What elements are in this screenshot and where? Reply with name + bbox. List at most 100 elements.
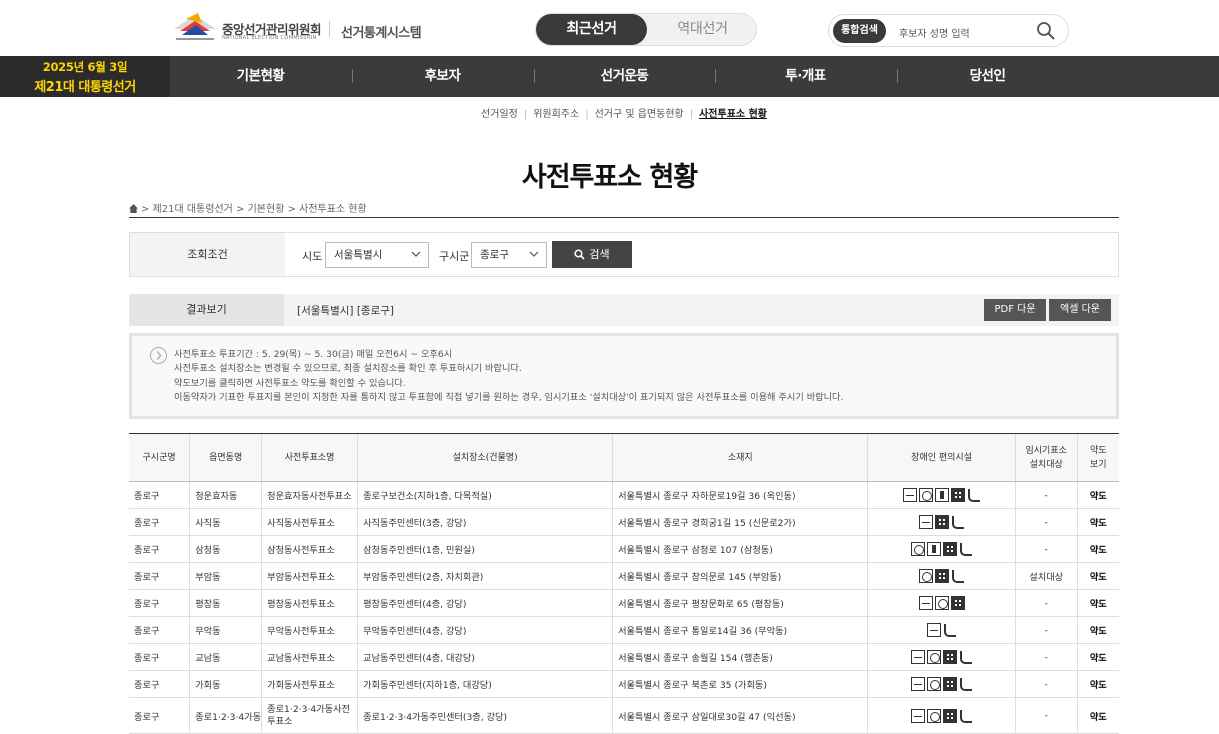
plain-facility-icon	[958, 677, 973, 691]
cell-address: 서울특별시 종로구 삼일대로30길 47 (익선동)	[612, 697, 868, 734]
cell-place: 부암동주민센터(2층, 자치회관)	[357, 562, 613, 590]
nec-logo[interactable]: 중앙선거관리위원회 NATIONAL ELECTION COMMISSION	[172, 11, 322, 45]
wc-facility-icon	[926, 650, 941, 664]
cell-temp-booth: -	[1014, 589, 1078, 617]
table-row: 종로구 가회동 가회동사전투표소 가회동주민센터(지하1층, 대강당) 서울특별시 종로…	[129, 670, 1119, 698]
map-link[interactable]: 약도	[1076, 508, 1119, 536]
cell-facilities	[867, 562, 1016, 590]
plain-facility-icon	[942, 623, 957, 637]
cell-gu: 종로구	[129, 697, 190, 734]
cell-gu: 종로구	[129, 562, 190, 590]
pdf-download-button[interactable]: PDF 다운	[984, 299, 1046, 321]
col-header-dong: 읍면동명	[189, 433, 262, 482]
nav-item-campaign[interactable]: 선거운동	[534, 56, 715, 97]
cell-address: 서울특별시 종로구 평창문화로 65 (평창동)	[612, 589, 868, 617]
cell-place: 가회동주민센터(지하1층, 대강당)	[357, 670, 613, 698]
map-link[interactable]: 약도	[1076, 616, 1119, 644]
cell-gu: 종로구	[129, 616, 190, 644]
search-scope-tag[interactable]: 통합검색	[833, 19, 886, 43]
system-title[interactable]: 선거통계시스템	[341, 22, 422, 41]
toilet-facility-icon	[910, 677, 925, 691]
cell-address: 서울특별시 종로구 송월길 154 (행촌동)	[612, 643, 868, 671]
table-body: 종로구 청운효자동 청운효자동사전투표소 종로구보건소(지하1층, 다목적실) 서울특별…	[129, 481, 1119, 734]
sido-label: 시도	[302, 250, 323, 263]
table-row: 종로구 부암동 부암동사전투표소 부암동주민센터(2층, 자치회관) 서울특별시 종로구…	[129, 562, 1119, 590]
cell-gu: 종로구	[129, 508, 190, 536]
search-button[interactable]: 검색	[552, 241, 632, 268]
toilet-facility-icon	[902, 488, 917, 502]
cell-gu: 종로구	[129, 670, 190, 698]
table-row: 종로구 교남동 교남동사전투표소 교남동주민센터(4층, 대강당) 서울특별시 종로구 …	[129, 643, 1119, 671]
election-name: 제21대 대통령선거	[34, 80, 136, 95]
cell-station-name: 종로1·2·3·4가동사전투표소	[261, 697, 358, 734]
cell-address: 서울특별시 종로구 삼청로 107 (삼청동)	[612, 535, 868, 563]
nav-item-voting[interactable]: 투·개표	[715, 56, 896, 97]
braille-facility-icon	[934, 515, 949, 529]
cell-dong: 평창동	[189, 589, 262, 617]
toilet-facility-icon	[926, 623, 941, 637]
toggle-past-election[interactable]: 역대선거	[647, 14, 758, 45]
toilet-facility-icon	[918, 515, 933, 529]
result-panel: 결과보기 [서울특별시] [종로구] PDF 다운 엑셀 다운	[129, 294, 1119, 326]
braille-facility-icon	[942, 708, 957, 723]
map-link[interactable]: 약도	[1076, 697, 1119, 734]
chevron-down-icon	[529, 251, 539, 257]
subnav-item-committee[interactable]: 위원회주소	[533, 109, 579, 120]
subnav-item-schedule[interactable]: 선거일정	[481, 109, 518, 120]
page-title: 사전투표소 현황	[521, 162, 698, 193]
excel-download-button[interactable]: 엑셀 다운	[1049, 299, 1111, 321]
gu-select[interactable]: 종로구	[471, 242, 547, 268]
search-icon[interactable]	[1036, 21, 1056, 41]
toggle-recent-election[interactable]: 최근선거	[536, 14, 647, 45]
cell-place: 삼청동주민센터(1층, 민원실)	[357, 535, 613, 563]
toilet-facility-icon	[918, 596, 933, 610]
map-link[interactable]: 약도	[1076, 562, 1119, 590]
wc-facility-icon	[934, 596, 949, 610]
cell-address: 서울특별시 종로구 경희궁1길 15 (신문로2가)	[612, 508, 868, 536]
cell-temp-booth: -	[1014, 616, 1078, 644]
map-link[interactable]: 약도	[1076, 589, 1119, 617]
cell-place: 사직동주민센터(3층, 강당)	[357, 508, 613, 536]
breadcrumb-path: > 제21대 대통령선거 > 기본현황 > 사전투표소 현황	[141, 204, 367, 215]
nav-item-candidates[interactable]: 후보자	[352, 56, 533, 97]
cell-place: 교남동주민센터(4층, 대강당)	[357, 643, 613, 671]
election-toggle: 최근선거 역대선거	[535, 13, 757, 46]
cell-facilities	[867, 616, 1016, 644]
subnav-item-district[interactable]: 선거구 및 읍면동현황	[595, 109, 684, 120]
cell-facilities	[867, 589, 1016, 617]
cell-station-name: 부암동사전투표소	[261, 562, 358, 590]
cell-address: 서울특별시 종로구 통일로14길 36 (무악동)	[612, 616, 868, 644]
home-icon[interactable]	[129, 204, 138, 213]
plain-facility-icon	[950, 569, 965, 583]
table-row: 종로구 사직동 사직동사전투표소 사직동주민센터(3층, 강당) 서울특별시 종로구 경…	[129, 508, 1119, 536]
plain-facility-icon	[966, 488, 981, 502]
nav-item-elected[interactable]: 당선인	[897, 56, 1078, 97]
cell-temp-booth: -	[1014, 508, 1078, 536]
early-voting-table: 구시군명 읍면동명 사전투표소명 설치장소(건물명) 소재지 장애인 편의시설 …	[129, 433, 1119, 734]
table-header-row: 구시군명 읍면동명 사전투표소명 설치장소(건물명) 소재지 장애인 편의시설 …	[129, 433, 1119, 482]
braille-facility-icon	[950, 488, 965, 502]
election-date: 2025년 6월 3일	[42, 60, 128, 74]
cell-station-name: 무악동사전투표소	[261, 616, 358, 644]
subnav-item-early-voting[interactable]: 사전투표소 현황	[699, 109, 767, 120]
col-header-facilities: 장애인 편의시설	[867, 433, 1016, 482]
cell-station-name: 가회동사전투표소	[261, 670, 358, 698]
breadcrumb: > 제21대 대통령선거 > 기본현황 > 사전투표소 현황	[129, 200, 367, 215]
cell-facilities	[867, 508, 1016, 536]
search-input[interactable]: 후보자 성명 입력	[899, 25, 970, 40]
nav-item-basic[interactable]: 기본현황	[170, 56, 351, 97]
map-link[interactable]: 약도	[1076, 481, 1119, 509]
search-icon	[574, 249, 585, 260]
col-header-map: 약도 보기	[1076, 433, 1119, 482]
gu-value: 종로구	[480, 249, 509, 261]
cell-place: 평창동주민센터(4층, 강당)	[357, 589, 613, 617]
map-link[interactable]: 약도	[1076, 643, 1119, 671]
cell-place: 무악동주민센터(4층, 강당)	[357, 616, 613, 644]
cell-temp-booth: -	[1014, 643, 1078, 671]
sido-select[interactable]: 서울특별시	[325, 242, 429, 268]
cell-gu: 종로구	[129, 643, 190, 671]
election-badge[interactable]: 2025년 6월 3일 제21대 대통령선거	[0, 56, 170, 97]
notice-line: 사전투표소 투표기간 : 5. 29(목) ~ 5. 30(금) 매일 오전6시…	[174, 349, 453, 360]
map-link[interactable]: 약도	[1076, 670, 1119, 698]
map-link[interactable]: 약도	[1076, 535, 1119, 563]
